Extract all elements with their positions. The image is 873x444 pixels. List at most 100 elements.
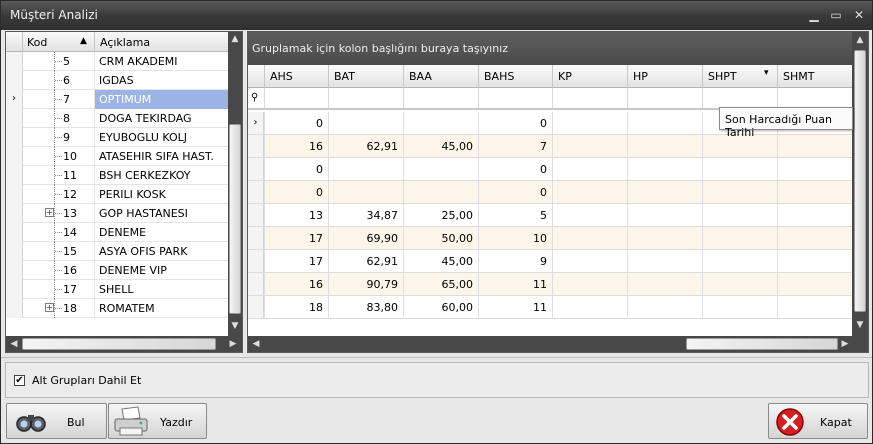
maximize-icon[interactable]: ▭	[827, 7, 845, 23]
grid-cell[interactable]	[627, 227, 702, 249]
grid-cell[interactable]: 0	[478, 158, 552, 180]
grid-vertical-scrollbar[interactable]: ▲ ▼	[852, 32, 868, 336]
grid-row[interactable]: 18 83,80 60,00 11	[248, 296, 852, 319]
grid-cell[interactable]	[702, 250, 777, 272]
grid-horizontal-scrollbar[interactable]: ◀ ▶	[248, 336, 868, 352]
grid-cell[interactable]: 45,00	[403, 135, 478, 157]
grid-cell[interactable]: 0	[478, 112, 552, 134]
grid-row[interactable]: 13 34,87 25,00 5	[248, 204, 852, 227]
tree-row[interactable]: 6 IGDAS	[6, 71, 228, 90]
tree-row[interactable]: 16 DENEME VIP	[6, 261, 228, 280]
tree-row[interactable]: 8 DOGA TEKIRDAG	[6, 109, 228, 128]
grid-cell[interactable]: 5	[478, 204, 552, 226]
grid-cell[interactable]: 10	[478, 227, 552, 249]
column-header-kp[interactable]: KP	[552, 65, 627, 88]
grid-cell[interactable]	[403, 181, 478, 203]
filter-cell[interactable]	[702, 88, 777, 108]
grid-cell[interactable]: 0	[264, 112, 328, 134]
grid-cell[interactable]	[702, 181, 777, 203]
grid-cell[interactable]: 62,91	[328, 135, 403, 157]
filter-cell[interactable]	[403, 88, 478, 108]
expand-icon[interactable]: +	[45, 208, 54, 217]
grid-cell[interactable]	[777, 250, 852, 272]
grid-row[interactable]: 16 90,79 65,00 11	[248, 273, 852, 296]
grid-row[interactable]: 17 62,91 45,00 9	[248, 250, 852, 273]
grid-cell[interactable]: 50,00	[403, 227, 478, 249]
grid-cell[interactable]: 90,79	[328, 273, 403, 295]
grid-cell[interactable]: 0	[264, 158, 328, 180]
grid-cell[interactable]	[552, 227, 627, 249]
grid-cell[interactable]: 0	[264, 181, 328, 203]
scroll-down-icon[interactable]: ▼	[855, 320, 865, 330]
grid-cell[interactable]	[777, 227, 852, 249]
find-button[interactable]: Bul	[6, 403, 107, 439]
grid-cell[interactable]	[702, 227, 777, 249]
scroll-right-icon[interactable]: ▶	[840, 339, 850, 349]
tree-row[interactable]: +18 ROMATEM	[6, 299, 228, 318]
tree-row[interactable]: 11 BSH CERKEZKOY	[6, 166, 228, 185]
scroll-right-icon[interactable]: ▶	[228, 339, 238, 349]
grid-cell[interactable]: 34,87	[328, 204, 403, 226]
grid-cell[interactable]	[627, 135, 702, 157]
column-header-bahs[interactable]: BAHS	[478, 65, 552, 88]
grid-cell[interactable]	[552, 273, 627, 295]
grid-cell[interactable]	[702, 158, 777, 180]
kod-column-header[interactable]: Kod	[27, 36, 47, 49]
grid-cell[interactable]	[777, 158, 852, 180]
column-header-baa[interactable]: BAA	[403, 65, 478, 88]
grid-cell[interactable]: 11	[478, 296, 552, 318]
scroll-thumb[interactable]	[854, 50, 866, 312]
tree-horizontal-scrollbar[interactable]: ◀ ▶	[6, 336, 242, 352]
grid-cell[interactable]	[627, 158, 702, 180]
close-button[interactable]: Kapat	[768, 403, 868, 439]
grid-cell[interactable]: 45,00	[403, 250, 478, 272]
minimize-icon[interactable]: ▁	[805, 7, 823, 23]
tree-row[interactable]: 17 SHELL	[6, 280, 228, 299]
grid-cell[interactable]: 69,90	[328, 227, 403, 249]
grid-cell[interactable]: 17	[264, 250, 328, 272]
tree-vertical-scrollbar[interactable]: ▲ ▼	[228, 32, 242, 336]
scroll-left-icon[interactable]: ◀	[251, 339, 261, 349]
filter-cell[interactable]	[627, 88, 702, 108]
grid-cell[interactable]	[777, 135, 852, 157]
grid-cell[interactable]: 25,00	[403, 204, 478, 226]
grid-row[interactable]: 00	[248, 158, 852, 181]
grid-cell[interactable]	[328, 112, 403, 134]
filter-cell[interactable]	[552, 88, 627, 108]
grid-cell[interactable]: 7	[478, 135, 552, 157]
tree-row[interactable]: 5 CRM AKADEMI	[6, 52, 228, 71]
grid-cell[interactable]	[552, 250, 627, 272]
grid-cell[interactable]	[627, 112, 702, 134]
grid-cell[interactable]	[627, 273, 702, 295]
grid-cell[interactable]	[552, 181, 627, 203]
include-subgroups-checkbox[interactable]: ✔	[14, 375, 25, 386]
close-icon[interactable]: ✕	[850, 7, 868, 23]
column-header-ahs[interactable]: AHS	[264, 65, 328, 88]
grid-cell[interactable]	[702, 204, 777, 226]
grid-cell[interactable]	[552, 296, 627, 318]
grid-cell[interactable]	[702, 296, 777, 318]
grid-cell[interactable]: 18	[264, 296, 328, 318]
aciklama-column-header[interactable]: Açıklama	[94, 32, 228, 52]
filter-cell[interactable]	[264, 88, 328, 108]
grid-cell[interactable]	[777, 181, 852, 203]
grid-cell[interactable]	[328, 181, 403, 203]
grid-row[interactable]: 00	[248, 181, 852, 204]
tree-row[interactable]: 12 PERILI KOSK	[6, 185, 228, 204]
grid-cell[interactable]: 9	[478, 250, 552, 272]
grid-cell[interactable]	[702, 273, 777, 295]
scroll-up-icon[interactable]: ▲	[230, 34, 240, 44]
grid-cell[interactable]: 13	[264, 204, 328, 226]
grid-cell[interactable]	[777, 204, 852, 226]
tree-row[interactable]: › 7 OPTIMUM	[6, 90, 228, 109]
column-header-hp[interactable]: HP	[627, 65, 702, 88]
grid-row[interactable]: 16 62,91 45,00 7	[248, 135, 852, 158]
grid-cell[interactable]: 0	[478, 181, 552, 203]
tree-row[interactable]: 15 ASYA OFIS PARK	[6, 242, 228, 261]
filter-cell[interactable]	[777, 88, 852, 108]
grid-cell[interactable]: 83,80	[328, 296, 403, 318]
tree-row[interactable]: 14 DENEME	[6, 223, 228, 242]
filter-cell[interactable]	[478, 88, 552, 108]
grid-cell[interactable]: 11	[478, 273, 552, 295]
grid-cell[interactable]	[552, 112, 627, 134]
